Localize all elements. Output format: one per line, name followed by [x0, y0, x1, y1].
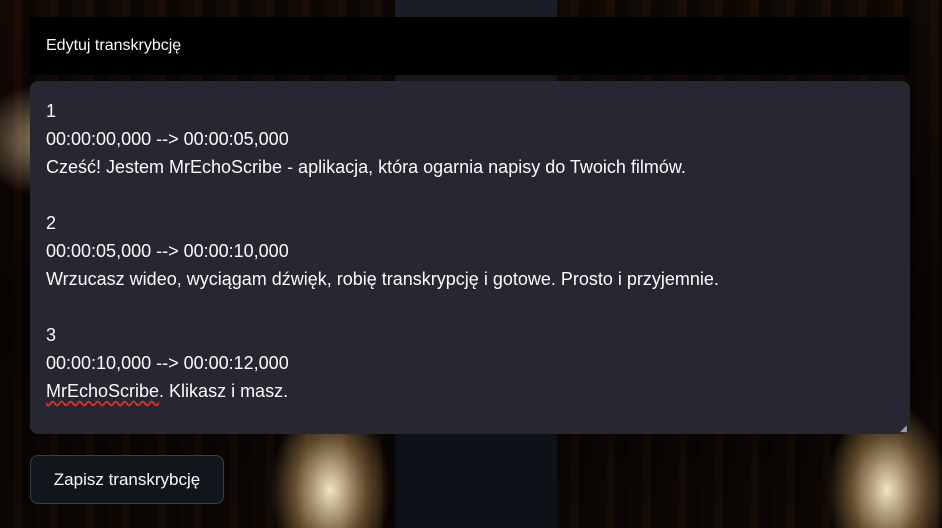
- entry-index: 2: [46, 213, 57, 233]
- section-title: Edytuj transkrybcję: [46, 37, 182, 54]
- entry-text: Wrzucasz wideo, wyciągam dźwięk, robię t…: [46, 269, 719, 289]
- entry-index: 1: [46, 101, 57, 121]
- section-header: Edytuj transkrybcję: [30, 17, 910, 75]
- entry-timecode: 00:00:00,000 --> 00:00:05,000: [46, 129, 289, 149]
- entry-text: MrEchoScribe. Klikasz i masz.: [46, 377, 894, 405]
- entry-timecode: 00:00:05,000 --> 00:00:10,000: [46, 241, 289, 261]
- resize-handle-icon[interactable]: ◢: [900, 424, 908, 433]
- entry-timecode: 00:00:10,000 --> 00:00:12,000: [46, 353, 289, 373]
- save-transcript-button[interactable]: Zapisz transkrybcję: [30, 455, 224, 504]
- spellcheck-flagged-word: MrEchoScribe: [46, 381, 160, 401]
- entry-text-rest: . Klikasz i masz.: [159, 381, 289, 401]
- entry-index: 3: [46, 325, 57, 345]
- transcript-textarea[interactable]: 1 00:00:00,000 --> 00:00:05,000 Cześć! J…: [30, 81, 910, 434]
- entry-text: Cześć! Jestem MrEchoScribe - aplikacja, …: [46, 157, 686, 177]
